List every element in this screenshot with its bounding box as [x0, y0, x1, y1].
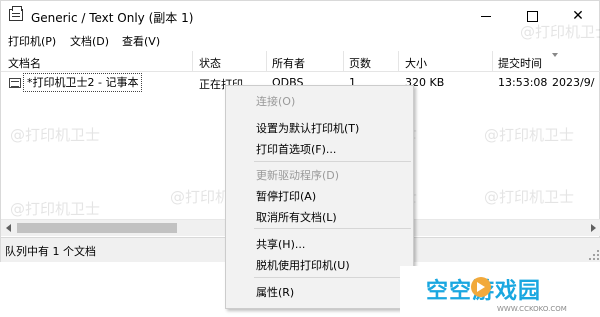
sort-chevron-icon [552, 53, 558, 57]
column-header-size[interactable]: 大小 [405, 55, 427, 71]
column-divider[interactable] [343, 51, 344, 72]
column-header-owner[interactable]: 所有者 [272, 55, 305, 71]
resize-grip-icon[interactable] [589, 250, 599, 260]
menu-item-cancel-all-documents[interactable]: 取消所有文档(L) [256, 209, 337, 225]
menu-separator [254, 277, 411, 278]
menu-item-set-default-printer[interactable]: 设置为默认打印机(T) [256, 120, 359, 136]
close-icon: ✕ [572, 8, 584, 24]
column-header-document-name[interactable]: 文档名 [8, 55, 41, 71]
menu-item-share[interactable]: 共享(H)... [256, 236, 305, 252]
list-header: 文档名 状态 所有者 页数 大小 提交时间 [1, 51, 600, 72]
scroll-thumb[interactable] [17, 223, 177, 233]
printer-icon [9, 6, 23, 21]
close-button[interactable]: ✕ [555, 1, 600, 31]
document-date: 2023/9/ [552, 76, 595, 89]
column-header-submitted[interactable]: 提交时间 [498, 55, 542, 71]
maximize-button[interactable] [509, 1, 555, 31]
play-icon [471, 277, 491, 297]
menu-item-use-printer-offline[interactable]: 脱机使用打印机(U) [256, 257, 350, 273]
menu-item-properties[interactable]: 属性(R) [256, 284, 294, 300]
scroll-right-icon[interactable] [591, 224, 596, 232]
column-header-pages[interactable]: 页数 [349, 55, 371, 71]
menu-view[interactable]: 查看(V) [122, 33, 160, 49]
column-header-status[interactable]: 状态 [199, 55, 221, 71]
menu-item-connect: 连接(O) [256, 95, 296, 108]
menu-item-update-driver: 更新驱动程序(D) [256, 169, 340, 182]
menu-printer[interactable]: 打印机(P) [8, 33, 56, 49]
column-divider[interactable] [192, 51, 193, 72]
maximize-icon [526, 10, 538, 22]
minimize-button[interactable] [463, 1, 509, 31]
scroll-left-icon[interactable] [6, 224, 11, 232]
menu-separator [254, 161, 411, 162]
brand-url: WWW.CCKOKO.COM [497, 305, 567, 313]
minimize-icon [481, 15, 491, 17]
document-name[interactable]: *打印机卫士2 - 记事本 [23, 73, 143, 92]
menu-separator [254, 228, 411, 229]
menu-item-pause-printing[interactable]: 暂停打印(A) [256, 188, 316, 204]
document-time: 13:53:08 [498, 76, 548, 89]
column-divider[interactable] [398, 51, 399, 72]
title-bar[interactable]: Generic / Text Only (副本 1) ✕ [1, 1, 600, 31]
column-divider[interactable] [266, 51, 267, 72]
brand-logo: 空空游戏园 WWW.CCKOKO.COM [400, 266, 600, 317]
context-menu: 连接(O) 设置为默认打印机(T) 打印首选项(F)... 更新驱动程序(D) … [225, 85, 414, 309]
menu-item-printing-preferences[interactable]: 打印首选项(F)... [256, 141, 336, 157]
window-title: Generic / Text Only (副本 1) [31, 11, 194, 25]
document-icon [9, 78, 21, 88]
menu-document[interactable]: 文档(D) [70, 33, 109, 49]
column-divider[interactable] [492, 51, 493, 72]
queue-status: 队列中有 1 个文档 [5, 245, 96, 258]
menu-bar: 打印机(P) 文档(D) 查看(V) [1, 31, 600, 50]
